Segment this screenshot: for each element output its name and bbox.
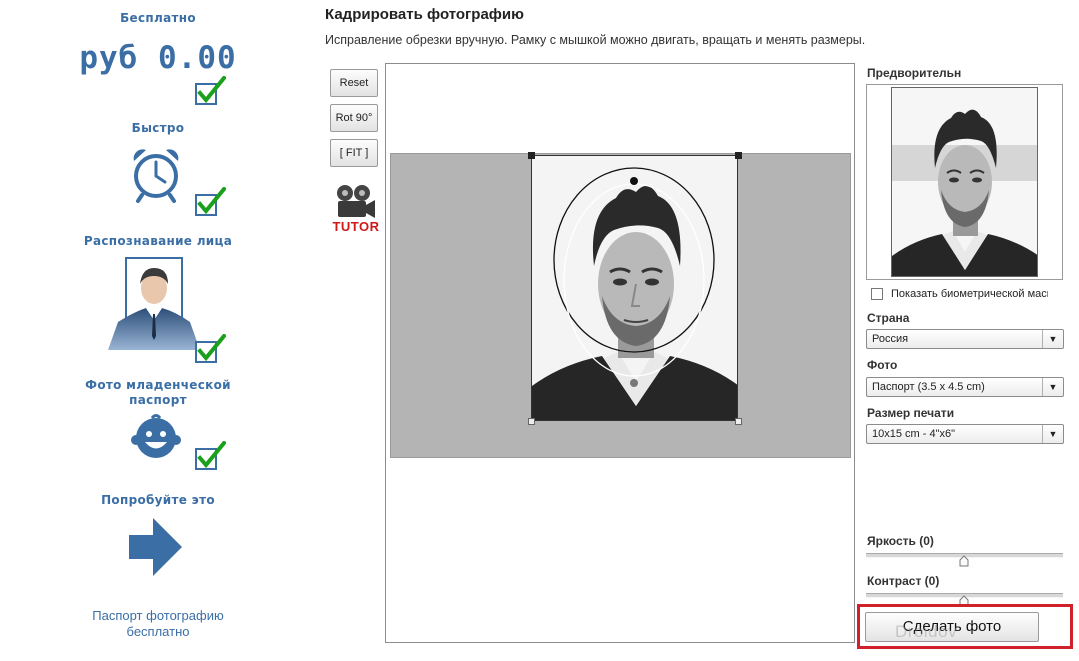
- crop-frame[interactable]: [531, 155, 738, 421]
- dropdown-arrow-icon: ▼: [1042, 378, 1063, 396]
- photo-format-select[interactable]: Паспорт (3.5 x 4.5 cm) ▼: [866, 377, 1064, 397]
- dropdown-arrow-icon: ▼: [1042, 425, 1063, 443]
- brightness-slider-thumb[interactable]: [959, 555, 969, 567]
- photo-format-label: Фото: [867, 358, 898, 372]
- preview-portrait: [892, 88, 1037, 276]
- crop-handle-top-right[interactable]: [735, 152, 742, 159]
- crop-handle-top-left[interactable]: [528, 152, 535, 159]
- print-size-select-value: 10x15 cm - 4"x6": [872, 428, 956, 440]
- fast-heading: Быстро: [131, 121, 185, 135]
- check-icon: [195, 76, 226, 105]
- check-icon: [195, 441, 226, 470]
- print-size-label: Размер печати: [867, 406, 955, 420]
- portrait-photo: [532, 156, 737, 420]
- brightness-label: Яркость (0): [867, 534, 934, 548]
- face-detect-heading: Распознавание лица: [83, 234, 233, 248]
- country-label: Страна: [867, 311, 910, 325]
- print-size-select[interactable]: 10x15 cm - 4"x6" ▼: [866, 424, 1064, 444]
- rotate-90-button[interactable]: Rot 90°: [330, 104, 378, 132]
- tutorial-link[interactable]: TUTOR: [330, 219, 382, 234]
- biometric-mask-checkbox[interactable]: [871, 288, 883, 300]
- page-subtitle: Исправление обрезки вручную. Рамку с мыш…: [325, 33, 866, 47]
- photo-format-select-value: Паспорт (3.5 x 4.5 cm): [872, 381, 985, 393]
- dropdown-arrow-icon: ▼: [1042, 330, 1063, 348]
- alarm-clock-icon: [133, 149, 179, 203]
- baby-passport-heading: Фото младенческой паспорт: [85, 378, 231, 407]
- fit-button[interactable]: [ FIT ]: [330, 139, 378, 167]
- crop-handle-bottom-left[interactable]: [528, 418, 535, 425]
- free-passport-photo-link[interactable]: Паспорт фотографию бесплатно: [60, 608, 256, 640]
- contrast-label: Контраст (0): [867, 574, 940, 588]
- preview-label: Предворительн: [867, 66, 962, 80]
- page-title: Кадрировать фотографию: [325, 6, 524, 23]
- check-icon: [195, 187, 226, 216]
- preview-photo: [891, 87, 1038, 277]
- crop-handle-bottom-right[interactable]: [735, 418, 742, 425]
- country-select-value: Россия: [872, 333, 909, 345]
- biometric-mask-label: Показать биометрической маски: [891, 288, 1048, 300]
- free-heading: Бесплатно: [120, 11, 196, 25]
- price-label: руб 0.00: [79, 40, 237, 76]
- arrow-right-icon[interactable]: [129, 518, 183, 576]
- reset-button[interactable]: Reset: [330, 69, 378, 97]
- baby-face-icon: [131, 414, 181, 458]
- country-select[interactable]: Россия ▼: [866, 329, 1064, 349]
- make-photo-button[interactable]: Сделать фото: [865, 612, 1039, 642]
- check-icon: [195, 334, 226, 363]
- movie-camera-icon[interactable]: [334, 184, 376, 220]
- try-it-heading: Попробуйте это: [101, 493, 215, 507]
